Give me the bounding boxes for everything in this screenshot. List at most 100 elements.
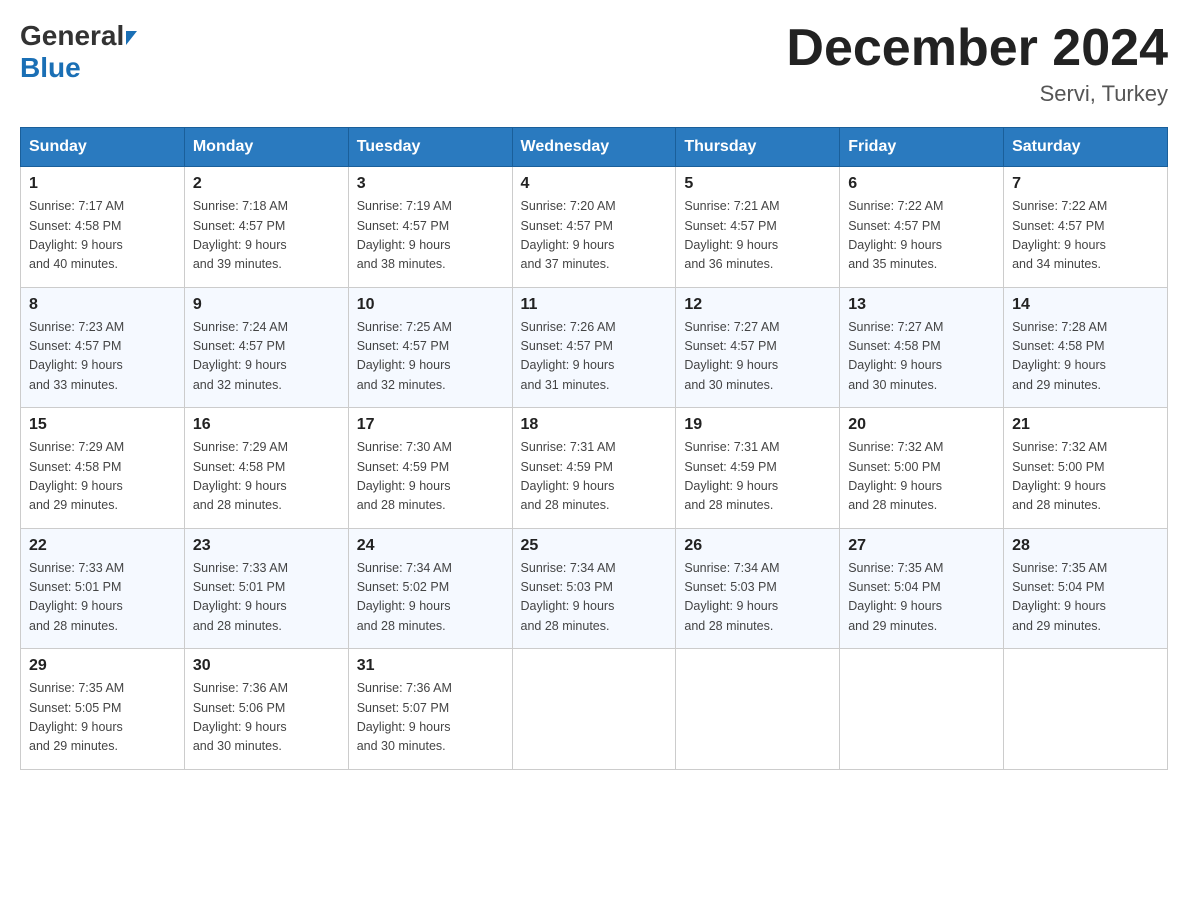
day-info: Sunrise: 7:20 AMSunset: 4:57 PMDaylight:… xyxy=(521,197,668,275)
day-of-week-friday: Friday xyxy=(840,128,1004,167)
day-info: Sunrise: 7:17 AMSunset: 4:58 PMDaylight:… xyxy=(29,197,176,275)
calendar-cell: 22Sunrise: 7:33 AMSunset: 5:01 PMDayligh… xyxy=(21,528,185,649)
day-info: Sunrise: 7:23 AMSunset: 4:57 PMDaylight:… xyxy=(29,318,176,396)
day-info: Sunrise: 7:26 AMSunset: 4:57 PMDaylight:… xyxy=(521,318,668,396)
calendar-cell: 31 Sunrise: 7:36 AMSunset: 5:07 PMDayligh… xyxy=(348,649,512,770)
calendar-subtitle: Servi, Turkey xyxy=(786,81,1168,107)
day-number: 18 xyxy=(521,416,668,434)
calendar-cell: 8Sunrise: 7:23 AMSunset: 4:57 PMDaylight… xyxy=(21,287,185,408)
day-info: Sunrise: 7:35 AMSunset: 5:05 PMDaylight:… xyxy=(29,679,176,757)
calendar-cell: 3 Sunrise: 7:19 AMSunset: 4:57 PMDaylight… xyxy=(348,167,512,288)
day-of-week-monday: Monday xyxy=(184,128,348,167)
calendar-cell: 12Sunrise: 7:27 AMSunset: 4:57 PMDayligh… xyxy=(676,287,840,408)
day-number: 17 xyxy=(357,416,504,434)
logo-blue: Blue xyxy=(20,52,81,84)
calendar-cell: 5 Sunrise: 7:21 AMSunset: 4:57 PMDaylight… xyxy=(676,167,840,288)
day-of-week-thursday: Thursday xyxy=(676,128,840,167)
day-info: Sunrise: 7:24 AMSunset: 4:57 PMDaylight:… xyxy=(193,318,340,396)
calendar-cell: 26Sunrise: 7:34 AMSunset: 5:03 PMDayligh… xyxy=(676,528,840,649)
calendar-cell xyxy=(1004,649,1168,770)
logo-general: General xyxy=(20,20,124,52)
day-info: Sunrise: 7:31 AMSunset: 4:59 PMDaylight:… xyxy=(521,438,668,516)
day-info: Sunrise: 7:32 AMSunset: 5:00 PMDaylight:… xyxy=(1012,438,1159,516)
day-info: Sunrise: 7:31 AMSunset: 4:59 PMDaylight:… xyxy=(684,438,831,516)
day-number: 1 xyxy=(29,175,176,193)
day-number: 14 xyxy=(1012,296,1159,314)
day-number: 16 xyxy=(193,416,340,434)
calendar-cell: 28 Sunrise: 7:35 AMSunset: 5:04 PMDayligh… xyxy=(1004,528,1168,649)
calendar-cell: 29 Sunrise: 7:35 AMSunset: 5:05 PMDayligh… xyxy=(21,649,185,770)
calendar-cell xyxy=(512,649,676,770)
day-number: 5 xyxy=(684,175,831,193)
day-info: Sunrise: 7:22 AMSunset: 4:57 PMDaylight:… xyxy=(848,197,995,275)
calendar-cell: 6 Sunrise: 7:22 AMSunset: 4:57 PMDaylight… xyxy=(840,167,1004,288)
day-number: 13 xyxy=(848,296,995,314)
calendar-cell: 4 Sunrise: 7:20 AMSunset: 4:57 PMDaylight… xyxy=(512,167,676,288)
calendar-cell xyxy=(840,649,1004,770)
day-info: Sunrise: 7:34 AMSunset: 5:02 PMDaylight:… xyxy=(357,559,504,637)
day-number: 31 xyxy=(357,657,504,675)
calendar-cell: 1 Sunrise: 7:17 AMSunset: 4:58 PMDaylight… xyxy=(21,167,185,288)
calendar-table: SundayMondayTuesdayWednesdayThursdayFrid… xyxy=(20,127,1168,770)
day-info: Sunrise: 7:29 AMSunset: 4:58 PMDaylight:… xyxy=(193,438,340,516)
day-info: Sunrise: 7:22 AMSunset: 4:57 PMDaylight:… xyxy=(1012,197,1159,275)
title-block: December 2024 Servi, Turkey xyxy=(786,20,1168,107)
calendar-header-row: SundayMondayTuesdayWednesdayThursdayFrid… xyxy=(21,128,1168,167)
day-info: Sunrise: 7:36 AMSunset: 5:06 PMDaylight:… xyxy=(193,679,340,757)
day-number: 11 xyxy=(521,296,668,314)
calendar-cell: 17Sunrise: 7:30 AMSunset: 4:59 PMDayligh… xyxy=(348,408,512,529)
day-number: 15 xyxy=(29,416,176,434)
day-info: Sunrise: 7:25 AMSunset: 4:57 PMDaylight:… xyxy=(357,318,504,396)
calendar-cell: 30 Sunrise: 7:36 AMSunset: 5:06 PMDayligh… xyxy=(184,649,348,770)
day-number: 28 xyxy=(1012,537,1159,555)
day-info: Sunrise: 7:35 AMSunset: 5:04 PMDaylight:… xyxy=(1012,559,1159,637)
day-info: Sunrise: 7:34 AMSunset: 5:03 PMDaylight:… xyxy=(521,559,668,637)
day-number: 20 xyxy=(848,416,995,434)
day-number: 7 xyxy=(1012,175,1159,193)
day-info: Sunrise: 7:27 AMSunset: 4:58 PMDaylight:… xyxy=(848,318,995,396)
calendar-cell: 7 Sunrise: 7:22 AMSunset: 4:57 PMDaylight… xyxy=(1004,167,1168,288)
calendar-cell: 19 Sunrise: 7:31 AMSunset: 4:59 PMDayligh… xyxy=(676,408,840,529)
calendar-cell xyxy=(676,649,840,770)
calendar-cell: 2 Sunrise: 7:18 AMSunset: 4:57 PMDaylight… xyxy=(184,167,348,288)
day-info: Sunrise: 7:18 AMSunset: 4:57 PMDaylight:… xyxy=(193,197,340,275)
day-number: 21 xyxy=(1012,416,1159,434)
day-number: 23 xyxy=(193,537,340,555)
day-number: 12 xyxy=(684,296,831,314)
day-number: 6 xyxy=(848,175,995,193)
calendar-week-row: 8Sunrise: 7:23 AMSunset: 4:57 PMDaylight… xyxy=(21,287,1168,408)
calendar-cell: 15Sunrise: 7:29 AMSunset: 4:58 PMDayligh… xyxy=(21,408,185,529)
calendar-cell: 21 Sunrise: 7:32 AMSunset: 5:00 PMDayligh… xyxy=(1004,408,1168,529)
day-info: Sunrise: 7:32 AMSunset: 5:00 PMDaylight:… xyxy=(848,438,995,516)
day-number: 30 xyxy=(193,657,340,675)
day-number: 26 xyxy=(684,537,831,555)
day-number: 27 xyxy=(848,537,995,555)
day-info: Sunrise: 7:36 AMSunset: 5:07 PMDaylight:… xyxy=(357,679,504,757)
day-number: 3 xyxy=(357,175,504,193)
day-info: Sunrise: 7:21 AMSunset: 4:57 PMDaylight:… xyxy=(684,197,831,275)
day-of-week-tuesday: Tuesday xyxy=(348,128,512,167)
day-number: 29 xyxy=(29,657,176,675)
calendar-cell: 13 Sunrise: 7:27 AMSunset: 4:58 PMDayligh… xyxy=(840,287,1004,408)
day-of-week-wednesday: Wednesday xyxy=(512,128,676,167)
calendar-cell: 14Sunrise: 7:28 AMSunset: 4:58 PMDayligh… xyxy=(1004,287,1168,408)
day-of-week-sunday: Sunday xyxy=(21,128,185,167)
day-number: 24 xyxy=(357,537,504,555)
day-info: Sunrise: 7:19 AMSunset: 4:57 PMDaylight:… xyxy=(357,197,504,275)
calendar-cell: 9Sunrise: 7:24 AMSunset: 4:57 PMDaylight… xyxy=(184,287,348,408)
calendar-week-row: 29 Sunrise: 7:35 AMSunset: 5:05 PMDayligh… xyxy=(21,649,1168,770)
day-info: Sunrise: 7:33 AMSunset: 5:01 PMDaylight:… xyxy=(193,559,340,637)
day-number: 2 xyxy=(193,175,340,193)
day-number: 19 xyxy=(684,416,831,434)
calendar-title: December 2024 xyxy=(786,20,1168,77)
calendar-cell: 25 Sunrise: 7:34 AMSunset: 5:03 PMDayligh… xyxy=(512,528,676,649)
calendar-cell: 16 Sunrise: 7:29 AMSunset: 4:58 PMDayligh… xyxy=(184,408,348,529)
calendar-cell: 11 Sunrise: 7:26 AMSunset: 4:57 PMDayligh… xyxy=(512,287,676,408)
calendar-cell: 23 Sunrise: 7:33 AMSunset: 5:01 PMDayligh… xyxy=(184,528,348,649)
day-of-week-saturday: Saturday xyxy=(1004,128,1168,167)
day-number: 25 xyxy=(521,537,668,555)
calendar-week-row: 22Sunrise: 7:33 AMSunset: 5:01 PMDayligh… xyxy=(21,528,1168,649)
logo: General Blue xyxy=(20,20,137,84)
calendar-cell: 20 Sunrise: 7:32 AMSunset: 5:00 PMDayligh… xyxy=(840,408,1004,529)
day-number: 4 xyxy=(521,175,668,193)
